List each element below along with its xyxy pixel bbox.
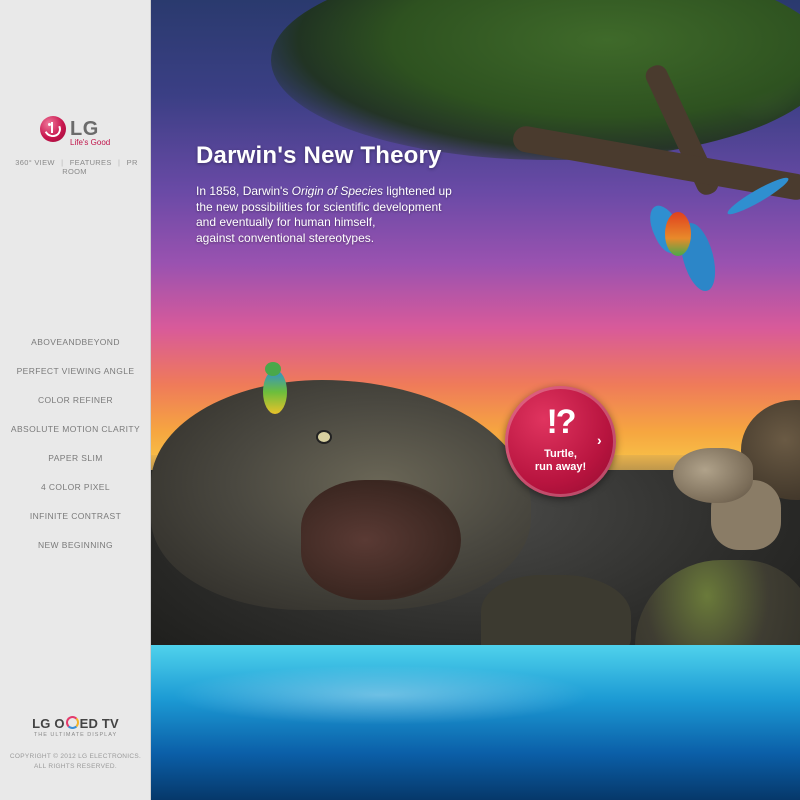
cta-line-1: Turtle, [544, 448, 577, 460]
crocodile-eye [316, 430, 332, 444]
intro-text: In 1858, Darwin's Origin of Species ligh… [196, 184, 476, 246]
nav-separator: | [61, 158, 64, 167]
intro-line-2: the new possibilities for scientific dev… [196, 199, 442, 214]
menu-item-color-refiner[interactable]: COLOR REFINER [0, 393, 151, 422]
top-nav: 360° VIEW | FEATURES | PR ROOM [0, 158, 151, 176]
oled-suffix: ED TV [79, 716, 119, 731]
page-headline: Darwin's New Theory [196, 142, 442, 169]
lg-logo[interactable]: LG Life's Good [40, 116, 120, 152]
macaw-image [643, 173, 792, 302]
hero-scene [151, 0, 800, 800]
turtle-image [673, 448, 753, 503]
cta-line-2: run away! [534, 461, 587, 473]
small-parrot-image [259, 362, 293, 424]
nav-features[interactable]: FEATURES [68, 158, 114, 167]
oled-prefix: LG O [32, 716, 65, 731]
intro-text-part: In 1858, Darwin's [196, 184, 292, 198]
oled-title: LG O ED TV [0, 716, 151, 731]
turtle-run-away-button[interactable]: !? › Turtle, run away! [505, 386, 616, 497]
nav-separator: | [118, 158, 121, 167]
menu-item-perfect-viewing-angle[interactable]: PERFECT VIEWING ANGLE [0, 364, 151, 393]
lg-logo-icon [40, 116, 66, 142]
sidebar: LG Life's Good 360° VIEW | FEATURES | PR… [0, 0, 151, 800]
oled-l-icon [65, 716, 79, 729]
copyright-line-2: ALL RIGHTS RESERVED. [34, 763, 117, 770]
logo-tagline: Life's Good [70, 138, 111, 147]
menu-item-absolute-motion-clarity[interactable]: ABSOLUTE MOTION CLARITY [0, 422, 151, 451]
crocodile-mouth [301, 480, 461, 600]
oled-subtitle: THE ULTIMATE DISPLAY [33, 732, 118, 738]
intro-text-part: lightened up [383, 184, 452, 198]
intro-line-3: and eventually for human himself, [196, 215, 376, 229]
copyright-line-1: COPYRIGHT © 2012 LG ELECTRONICS. [9, 753, 142, 760]
oled-tv-logo[interactable]: LG O ED TV THE ULTIMATE DISPLAY [0, 716, 151, 738]
feature-menu: ABOVEANDBEYOND PERFECT VIEWING ANGLE COL… [0, 335, 151, 567]
nav-360-view[interactable]: 360° VIEW [13, 158, 56, 167]
water-shine [171, 665, 591, 725]
menu-item-new-beginning[interactable]: NEW BEGINNING [0, 538, 151, 567]
menu-item-paper-slim[interactable]: PAPER SLIM [0, 451, 151, 480]
menu-item-aboveandbeyond[interactable]: ABOVEANDBEYOND [0, 335, 151, 364]
menu-item-4-color-pixel[interactable]: 4 COLOR PIXEL [0, 480, 151, 509]
copyright: COPYRIGHT © 2012 LG ELECTRONICS. ALL RIG… [0, 752, 151, 772]
menu-item-infinite-contrast[interactable]: INFINITE CONTRAST [0, 509, 151, 538]
cta-label: Turtle, run away! [505, 448, 616, 474]
intro-line-4: against conventional stereotypes. [196, 230, 375, 245]
chevron-right-icon: › [597, 432, 602, 448]
intro-italic: Origin of Species [291, 184, 384, 198]
